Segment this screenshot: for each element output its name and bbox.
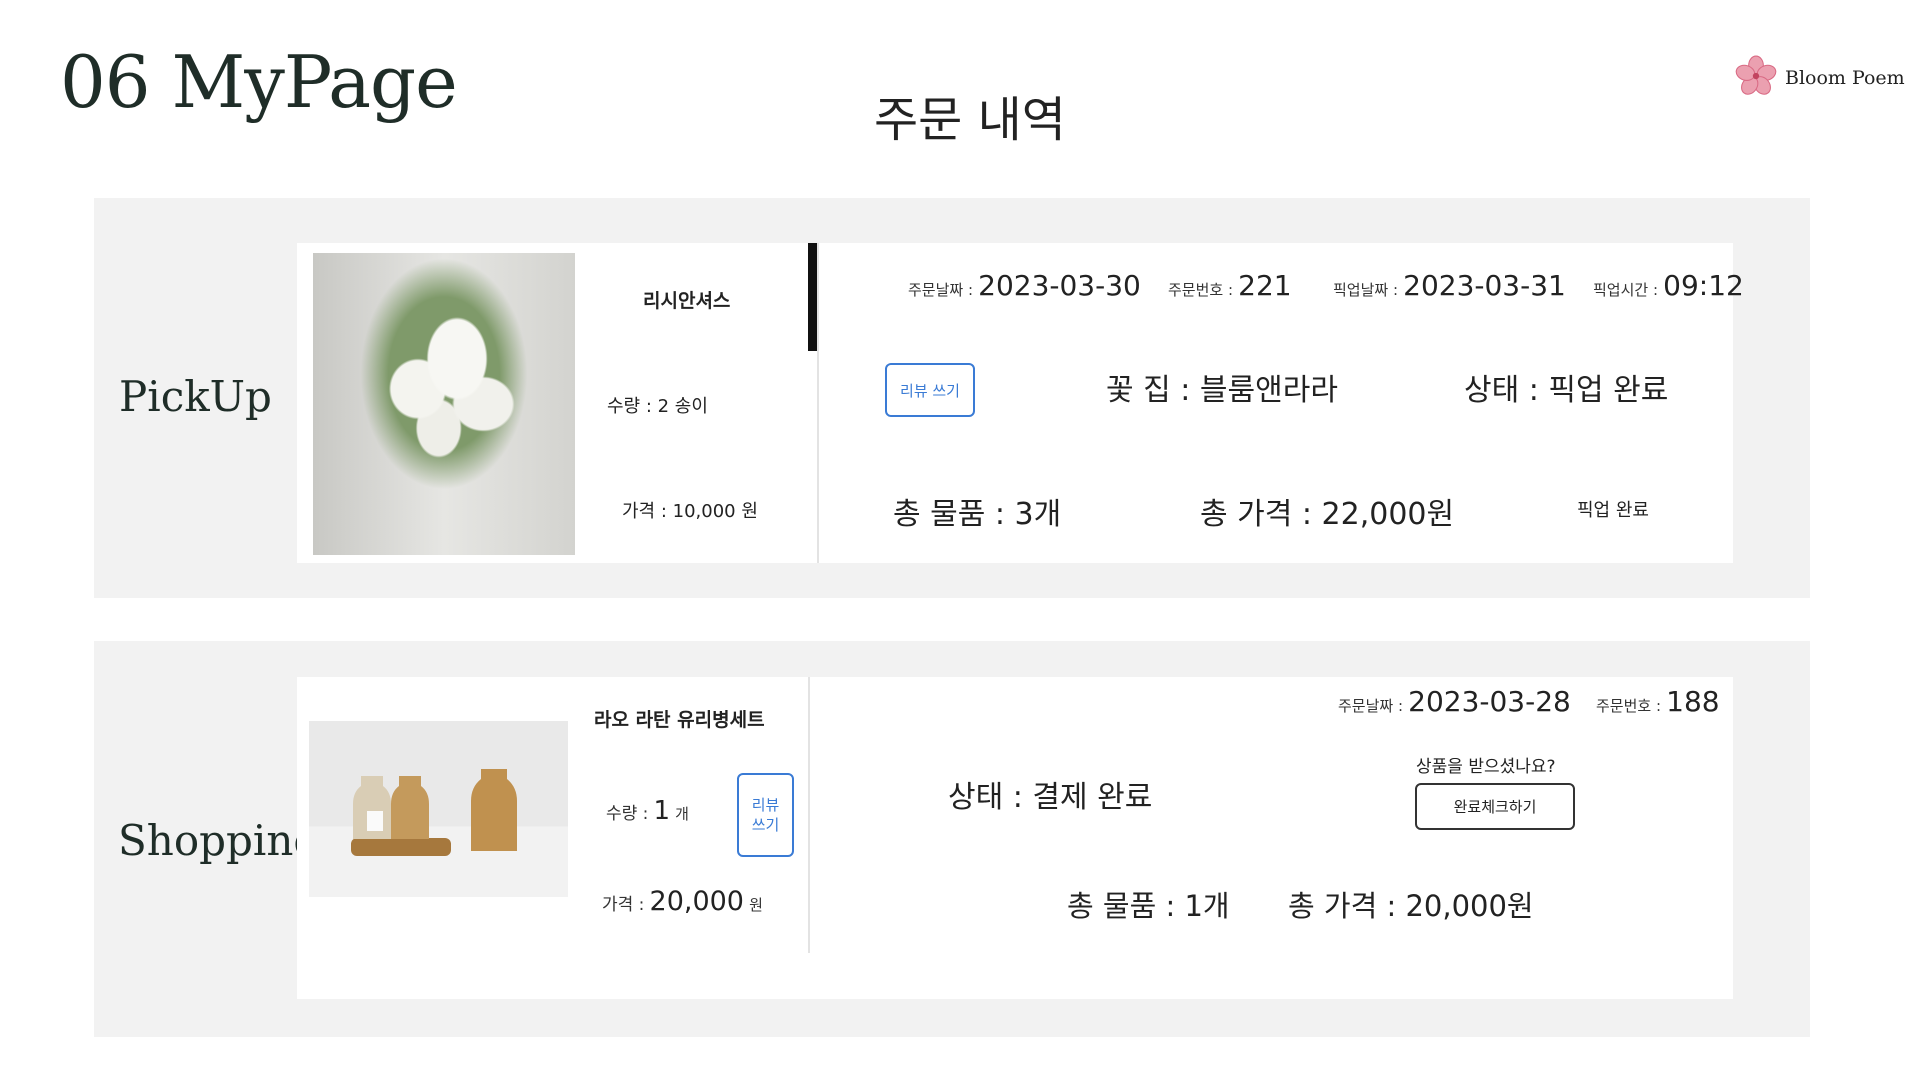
shopping-row-label: Shopping xyxy=(118,816,321,865)
received-question: 상품을 받으셨나요? xyxy=(1416,757,1556,777)
review-button[interactable]: 리뷰 쓰기 xyxy=(737,773,794,857)
total-items: 총 물품 : 3개 xyxy=(893,497,1062,532)
product-price: 가격 : 10,000 원 xyxy=(622,501,758,522)
total-items: 총 물품 : 1개 xyxy=(1067,889,1230,923)
order-status: 상태 : 픽업 완료 xyxy=(1464,373,1669,408)
product-quantity: 수량 : 2 송이 xyxy=(607,396,708,417)
scrollbar-thumb[interactable] xyxy=(808,243,817,351)
vase-set-illustration xyxy=(351,769,517,856)
card-divider xyxy=(817,243,819,563)
pickup-date: 픽업날짜 : 2023-03-31 xyxy=(1333,269,1566,302)
product-image-lisianthus[interactable] xyxy=(313,253,575,555)
page-heading: 06 MyPage xyxy=(60,40,458,124)
section-title: 주문 내역 xyxy=(874,92,1066,148)
complete-check-button[interactable]: 완료체크하기 xyxy=(1415,783,1575,830)
order-number: 주문번호 : 221 xyxy=(1168,269,1292,302)
product-quantity: 수량 : 1 개 xyxy=(606,796,689,826)
pickup-time: 픽업시간 : 09:12 xyxy=(1593,269,1744,302)
hibiscus-flower-icon xyxy=(1735,55,1777,101)
pickup-row-label: PickUp xyxy=(119,372,272,421)
product-name[interactable]: 리시안셔스 xyxy=(643,286,730,313)
pickup-status-note: 픽업 완료 xyxy=(1577,500,1649,521)
order-number: 주문번호 : 188 xyxy=(1596,685,1720,718)
brand-logo[interactable]: Bloom Poem xyxy=(1735,55,1905,101)
total-price: 총 가격 : 22,000원 xyxy=(1200,497,1455,532)
review-button[interactable]: 리뷰 쓰기 xyxy=(885,363,975,417)
brand-name: Bloom Poem xyxy=(1785,67,1905,89)
product-name[interactable]: 라오 라탄 유리병세트 xyxy=(594,705,765,732)
product-image-rattan-vases[interactable] xyxy=(309,721,568,897)
total-price: 총 가격 : 20,000원 xyxy=(1288,889,1534,923)
flower-shop: 꽃 집 : 블룸앤라라 xyxy=(1106,373,1338,408)
order-date: 주문날짜 : 2023-03-30 xyxy=(908,269,1141,302)
order-status: 상태 : 결제 완료 xyxy=(948,780,1153,815)
order-date: 주문날짜 : 2023-03-28 xyxy=(1338,685,1571,718)
card-divider xyxy=(808,677,810,953)
product-price: 가격 : 20,000 원 xyxy=(602,886,763,917)
